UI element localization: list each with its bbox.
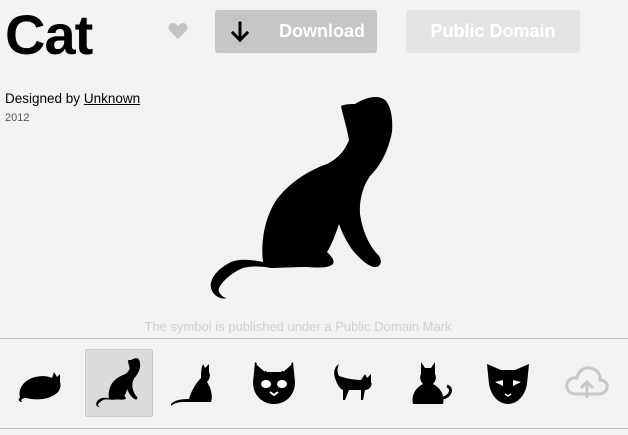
related-icon-sitting-cat[interactable] bbox=[85, 349, 153, 417]
sitting-cat-icon bbox=[96, 358, 141, 408]
related-icon-cat-behind[interactable] bbox=[396, 349, 464, 417]
public-domain-label: Public Domain bbox=[430, 21, 556, 41]
download-label: Download bbox=[279, 21, 365, 41]
upload-icon-button[interactable] bbox=[553, 349, 621, 417]
related-icon-cat-face[interactable] bbox=[240, 349, 308, 417]
related-icon-lying-cat[interactable] bbox=[5, 349, 73, 417]
public-domain-button[interactable]: Public Domain bbox=[406, 10, 580, 53]
download-button[interactable]: Download bbox=[215, 10, 377, 53]
cat-head-icon bbox=[487, 364, 529, 404]
designer-link[interactable]: Unknown bbox=[84, 91, 140, 106]
related-icon-sitting-cat-2[interactable] bbox=[160, 349, 228, 417]
walking-cat-icon bbox=[334, 364, 372, 400]
cat-behind-icon bbox=[412, 362, 452, 404]
related-icon-cat-head[interactable] bbox=[474, 349, 542, 417]
cat-icon bbox=[210, 97, 393, 299]
designed-by-label: Designed by bbox=[5, 91, 81, 106]
cat-face-icon bbox=[253, 362, 295, 404]
year: 2012 bbox=[5, 112, 30, 124]
related-icon-walking-cat[interactable] bbox=[318, 349, 386, 417]
license-note: The symbol is published under a Public D… bbox=[144, 319, 452, 334]
heart-icon[interactable] bbox=[168, 22, 188, 40]
designer-credit: Designed by Unknown bbox=[5, 91, 140, 106]
lying-cat-icon bbox=[18, 372, 61, 402]
cloud-upload-icon bbox=[565, 366, 609, 398]
related-icons-strip bbox=[0, 338, 628, 429]
download-arrow-icon bbox=[231, 21, 249, 42]
sitting-cat-upright-icon bbox=[171, 364, 212, 406]
page-title: Cat bbox=[5, 3, 93, 66]
